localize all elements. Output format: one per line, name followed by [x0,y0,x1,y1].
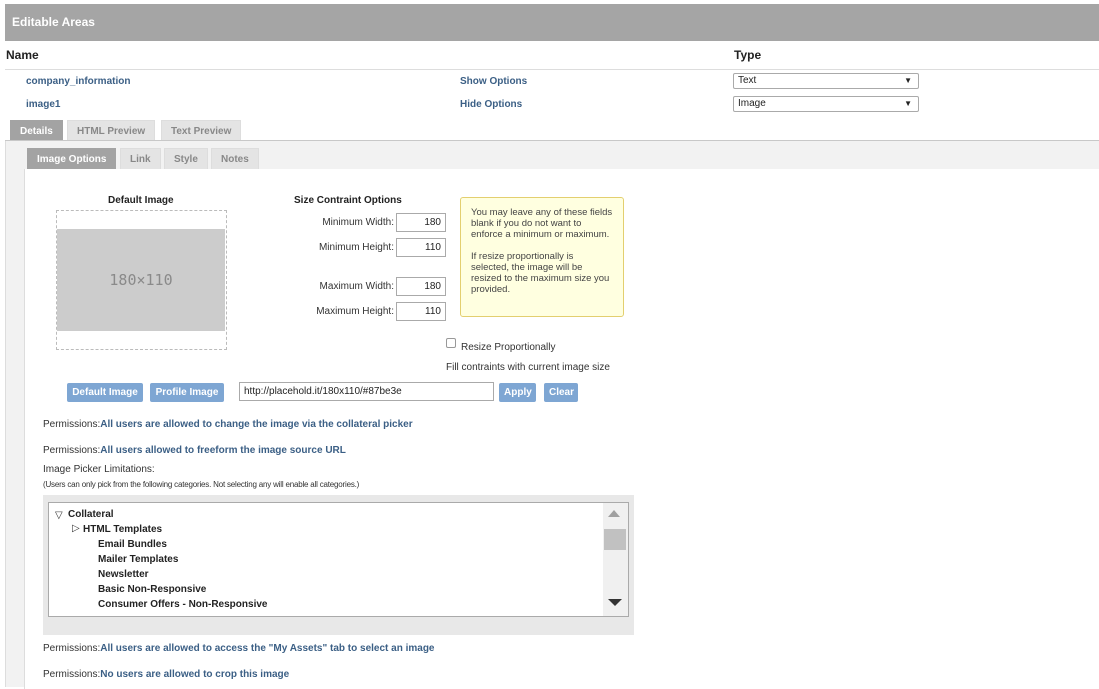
tree-item[interactable]: Newsletter [98,569,149,580]
default-image-label: Default Image [108,195,174,206]
type-select-image1[interactable]: Image ▼ [733,96,919,112]
fill-constraints-link[interactable]: Fill contraints with current image size [446,362,610,373]
profile-image-button[interactable]: Profile Image [150,383,224,402]
permission-prefix: Permissions: [43,643,101,654]
resize-proportionally-checkbox[interactable] [446,338,456,348]
tab-text-preview[interactable]: Text Preview [161,120,242,141]
select-value: Text [738,75,757,86]
permission-prefix: Permissions: [43,669,101,680]
type-select-company-information[interactable]: Text ▼ [733,73,919,89]
image-preview: 180×110 [57,229,225,331]
permission-value[interactable]: All users allowed to freeform the image … [100,445,346,456]
dropdown-arrow-icon: ▼ [904,99,912,108]
max-height-input[interactable]: 110 [396,302,446,321]
divider [5,69,1099,70]
clear-button[interactable]: Clear [544,383,578,402]
note-paragraph: You may leave any of these fields blank … [471,207,613,240]
permission-crop: Permissions:No users are allowed to crop… [43,669,289,680]
tree-item[interactable]: Mailer Templates [98,554,178,565]
min-height-label: Minimum Height: [318,242,394,253]
min-width-input[interactable]: 180 [396,213,446,232]
resize-proportionally-label: Resize Proportionally [461,342,556,353]
scroll-up-icon[interactable] [608,510,620,517]
permission-value[interactable]: No users are allowed to crop this image [100,669,289,680]
permission-value[interactable]: All users are allowed to access the "My … [100,643,434,654]
column-header-name: Name [6,48,39,62]
picker-limitations-subtitle: (Users can only pick from the following … [43,480,360,489]
max-width-label: Maximum Width: [319,281,394,292]
tree-item[interactable]: Basic Non-Responsive [98,584,206,595]
tab-style[interactable]: Style [164,148,208,169]
image-url-input[interactable]: http://placehold.it/180x110/#87be3e [239,382,494,401]
tab-notes[interactable]: Notes [211,148,259,169]
area-name-company-information[interactable]: company_information [26,76,130,87]
note-paragraph: If resize proportionally is selected, th… [471,251,610,295]
tree-item[interactable]: Email Bundles [98,539,167,550]
default-image-button[interactable]: Default Image [67,383,143,402]
tab-html-preview[interactable]: HTML Preview [67,120,156,141]
picker-limitations-title: Image Picker Limitations: [43,464,155,475]
expand-triangle-icon[interactable]: ▷ [72,523,80,534]
tab-link[interactable]: Link [120,148,161,169]
permission-my-assets: Permissions:All users are allowed to acc… [43,643,435,654]
permission-prefix: Permissions: [43,419,101,430]
scroll-down-icon[interactable] [608,599,622,606]
collapse-triangle-icon[interactable]: ▽ [55,510,63,521]
permission-collateral-picker: Permissions:All users are allowed to cha… [43,419,413,430]
tree-item-collateral[interactable]: Collateral [68,509,114,520]
show-options-link[interactable]: Show Options [460,76,527,87]
column-header-type: Type [734,48,762,62]
page-title: Editable Areas [5,4,1099,41]
dropdown-arrow-icon: ▼ [904,76,912,85]
tree-item-html-templates[interactable]: HTML Templates [83,524,162,535]
min-height-input[interactable]: 110 [396,238,446,257]
tab-image-options[interactable]: Image Options [27,148,117,169]
permission-freeform-url: Permissions:All users allowed to freefor… [43,445,346,456]
apply-button[interactable]: Apply [499,383,536,402]
max-height-label: Maximum Height: [316,306,394,317]
permission-value[interactable]: All users are allowed to change the imag… [100,419,412,430]
min-width-label: Minimum Width: [322,217,394,228]
hide-options-link[interactable]: Hide Options [460,99,522,110]
max-width-input[interactable]: 180 [396,277,446,296]
tab-details[interactable]: Details [10,120,63,141]
select-value: Image [738,98,766,109]
left-gutter [5,141,24,687]
scrollbar-thumb[interactable] [604,529,626,550]
area-name-image1[interactable]: image1 [26,99,60,110]
info-note: You may leave any of these fields blank … [460,197,624,317]
permission-prefix: Permissions: [43,445,101,456]
size-constraints-title: Size Contraint Options [294,195,402,206]
tree-item[interactable]: Consumer Offers - Non-Responsive [98,599,267,610]
